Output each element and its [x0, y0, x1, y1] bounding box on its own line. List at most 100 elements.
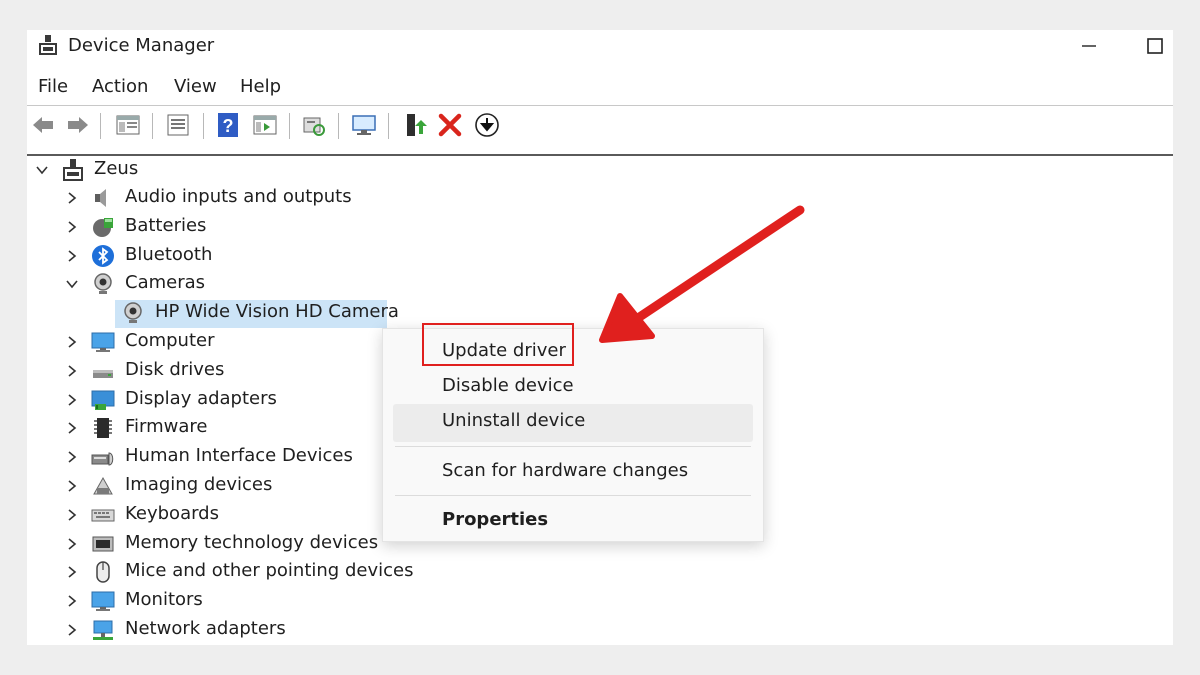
scan-hardware-icon[interactable] [301, 112, 327, 138]
svg-text:?: ? [223, 116, 234, 136]
tree-item-cameras[interactable]: Cameras [27, 270, 447, 298]
tree-item-label: Mice and other pointing devices [125, 560, 414, 582]
chevron-right-icon[interactable] [65, 508, 79, 522]
tree-item-label: Display adapters [125, 387, 277, 409]
device-manager-icon [39, 35, 57, 55]
keyboard-icon [91, 503, 115, 527]
annotation-arrow-icon [599, 205, 805, 343]
menu-item-label: Properties [442, 509, 549, 530]
toolbar-separator [152, 113, 153, 139]
menu-divider [27, 105, 1173, 106]
computer-tower-icon [61, 158, 85, 182]
mouse-icon [91, 560, 115, 584]
forward-icon[interactable] [65, 112, 91, 138]
menu-action[interactable]: Action [92, 76, 148, 97]
memory-device-icon [91, 532, 115, 556]
chevron-right-icon[interactable] [65, 364, 79, 378]
uninstall-icon[interactable] [437, 112, 463, 138]
title-bar: Device Manager [27, 30, 1173, 64]
chevron-right-icon[interactable] [65, 623, 79, 637]
properties-icon[interactable] [165, 112, 191, 138]
toolbar-separator [338, 113, 339, 139]
menu-help[interactable]: Help [240, 76, 281, 97]
imaging-device-icon [91, 474, 115, 498]
chevron-right-icon[interactable] [65, 537, 79, 551]
window-title: Device Manager [68, 35, 215, 56]
firmware-chip-icon [91, 416, 115, 440]
webcam-icon [121, 301, 145, 325]
download-icon[interactable] [474, 112, 500, 138]
tree-item-label: Disk drives [125, 358, 225, 380]
toolbar-separator [203, 113, 204, 139]
tree-item-label: Firmware [125, 416, 208, 438]
chevron-right-icon[interactable] [65, 421, 79, 435]
battery-icon [91, 215, 115, 239]
tree-item-label: Cameras [125, 272, 206, 294]
tree-item-label: Imaging devices [125, 474, 273, 495]
menu-bar: File Action View Help [27, 74, 1173, 102]
menu-item-label: Scan for hardware changes [442, 460, 689, 481]
tree-item-label: Bluetooth [125, 243, 213, 265]
toolbar: ? [27, 109, 1173, 143]
properties-menu-item[interactable]: Properties [383, 503, 763, 537]
menu-separator [395, 495, 751, 496]
tree-item-label: HP Wide Vision HD Camera [155, 301, 399, 323]
bluetooth-icon [91, 244, 115, 268]
minimize-icon[interactable] [1077, 34, 1103, 58]
tree-item-monitors[interactable]: Monitors [27, 587, 447, 615]
chevron-right-icon[interactable] [65, 191, 79, 205]
disable-device-menu-item[interactable]: Disable device [383, 369, 763, 403]
scan-hardware-menu-item[interactable]: Scan for hardware changes [383, 454, 763, 488]
help-icon[interactable]: ? [215, 112, 241, 138]
chevron-right-icon[interactable] [65, 594, 79, 608]
chevron-down-icon[interactable] [65, 277, 79, 291]
chevron-right-icon[interactable] [65, 249, 79, 263]
tree-item-label: Batteries [125, 214, 207, 236]
tree-item-hp-wide-vision-hd-camera[interactable]: HP Wide Vision HD Camera [27, 299, 447, 327]
chevron-right-icon[interactable] [65, 450, 79, 464]
disk-drive-icon [91, 359, 115, 383]
tree-item-label: Audio inputs and outputs [125, 186, 352, 207]
tree-item-label: Memory technology devices [125, 531, 379, 553]
toolbar-separator [289, 113, 290, 139]
chevron-right-icon[interactable] [65, 565, 79, 579]
menu-file[interactable]: File [38, 76, 68, 97]
network-adapter-icon [91, 618, 115, 642]
monitor-icon [91, 589, 115, 613]
tree-item-audio-inputs-and-outputs[interactable]: Audio inputs and outputs [27, 184, 447, 212]
uninstall-device-menu-item[interactable]: Uninstall device [383, 404, 763, 438]
back-icon[interactable] [30, 112, 56, 138]
display-adapter-icon [91, 388, 115, 412]
tree-item-label: Human Interface Devices [125, 445, 353, 467]
tree-item-label: Network adapters [125, 618, 286, 639]
show-hide-console-tree-icon[interactable] [115, 112, 141, 138]
tree-item-label: Computer [125, 330, 215, 351]
maximize-icon[interactable] [1143, 34, 1169, 58]
tree-item-network-adapters[interactable]: Network adapters [27, 616, 447, 644]
webcam-icon [91, 272, 115, 296]
menu-view[interactable]: View [174, 76, 217, 97]
computer-monitor-icon [91, 330, 115, 354]
menu-separator [395, 446, 751, 447]
chevron-right-icon[interactable] [65, 393, 79, 407]
toolbar-separator [388, 113, 389, 139]
tree-item-label: Keyboards [125, 502, 219, 524]
chevron-right-icon[interactable] [65, 335, 79, 349]
tree-item-mice-and-other-pointing-devices[interactable]: Mice and other pointing devices [27, 558, 447, 586]
tree-item-label: Zeus [94, 158, 139, 179]
menu-item-label: Disable device [442, 375, 574, 396]
update-driver-icon[interactable] [401, 112, 427, 138]
chevron-down-icon[interactable] [35, 163, 49, 177]
toolbar-separator [100, 113, 101, 139]
tree-item-label: Monitors [125, 589, 203, 611]
action-pane-icon[interactable] [252, 112, 278, 138]
speaker-icon [91, 186, 115, 210]
menu-item-label: Uninstall device [442, 410, 586, 431]
tree-item-batteries[interactable]: Batteries [27, 213, 447, 241]
monitor-icon[interactable] [351, 112, 377, 138]
tree-item-bluetooth[interactable]: Bluetooth [27, 242, 447, 270]
tree-root-zeus[interactable]: Zeus [27, 156, 427, 184]
hid-icon [91, 445, 115, 469]
chevron-right-icon[interactable] [65, 220, 79, 234]
chevron-right-icon[interactable] [65, 479, 79, 493]
